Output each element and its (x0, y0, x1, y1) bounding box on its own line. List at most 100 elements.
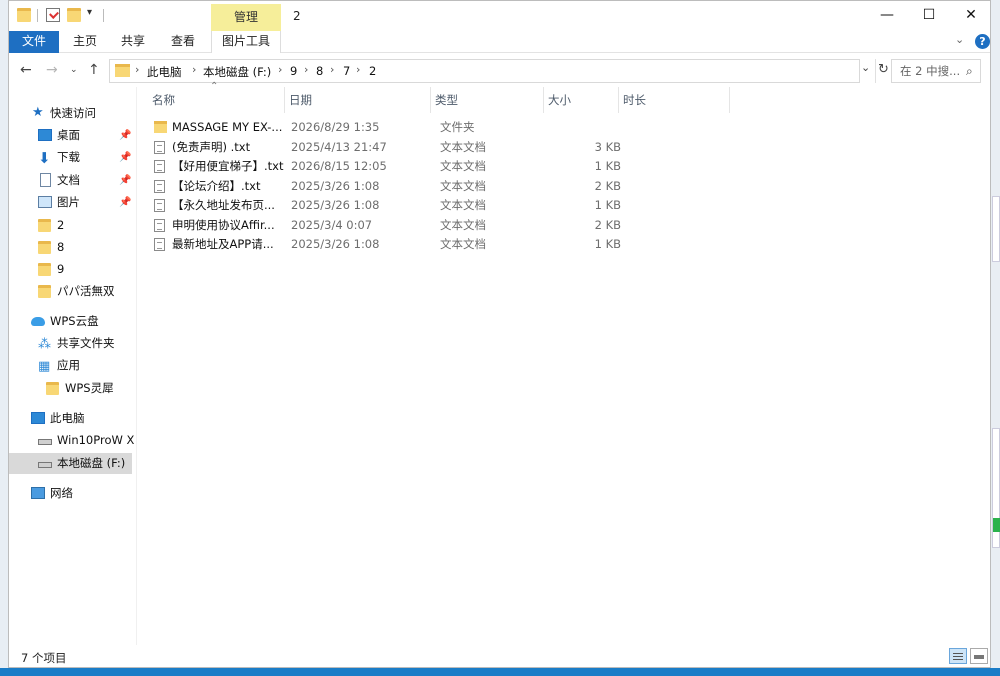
nav-this-pc[interactable]: 此电脑 (9, 408, 136, 429)
nav-label: Win10ProW X (57, 433, 135, 447)
file-date: 2025/3/26 1:08 (291, 178, 380, 193)
manage-context-tab[interactable]: 管理 (211, 4, 281, 31)
table-row[interactable]: 【好用便宜梯子】.txt 2026/8/15 12:05 文本文档 1 KB (148, 157, 621, 176)
table-row[interactable]: 申明使用协议Affir... 2025/3/4 0:07 文本文档 2 KB (148, 216, 621, 235)
nav-wps-cloud[interactable]: WPS云盘 (9, 311, 136, 332)
chevron-right-icon[interactable]: › (192, 63, 196, 76)
tab-picture-tools[interactable]: 图片工具 (211, 31, 281, 53)
nav-item-folder-papakatsu[interactable]: パパ活無双 (9, 281, 136, 302)
chevron-right-icon[interactable]: › (135, 63, 139, 76)
close-icon[interactable]: ✕ (948, 4, 990, 28)
tab-view[interactable]: 查看 (165, 31, 201, 53)
table-row[interactable]: 【永久地址发布页... 2025/3/26 1:08 文本文档 1 KB (148, 196, 621, 215)
navigation-bar: ← → ⌄ ↑ › 此电脑 › 本地磁盘 (F:) › 9 › 8 › 7 › … (9, 55, 990, 87)
maximize-icon[interactable]: ☐ (906, 4, 952, 28)
tab-home[interactable]: 主页 (67, 31, 103, 53)
nav-label: 2 (57, 218, 65, 232)
desktop-icon (38, 129, 52, 141)
file-date: 2025/3/4 0:07 (291, 217, 373, 232)
column-header-label: 日期 (289, 93, 312, 107)
nav-label: 本地磁盘 (F:) (57, 456, 126, 470)
nav-item-folder-8[interactable]: 8 (9, 237, 136, 258)
column-header-date[interactable]: 日期 (285, 87, 431, 113)
nav-item-folder-9[interactable]: 9 (9, 259, 136, 280)
breadcrumb-2[interactable]: 2 (369, 64, 376, 78)
folder-icon (46, 382, 59, 395)
details-view-button[interactable] (949, 648, 967, 664)
file-date: 2025/3/26 1:08 (291, 237, 380, 251)
nav-item-downloads[interactable]: ⬇ 下载 📌 (9, 147, 136, 168)
nav-item-folder-2[interactable]: 2 (9, 215, 136, 236)
file-type: 文本文档 (440, 217, 486, 232)
address-bar[interactable]: › 此电脑 › 本地磁盘 (F:) › 9 › 8 › 7 › 2 (109, 59, 860, 83)
divider (103, 9, 104, 22)
text-file-icon (154, 199, 165, 212)
tab-file[interactable]: 文件 (9, 31, 59, 53)
file-name: 【好用便宜梯子】.txt (172, 159, 284, 173)
nav-label: 8 (57, 240, 65, 254)
chevron-right-icon[interactable]: › (330, 63, 334, 76)
ribbon-expand-icon[interactable]: ⌄ (955, 33, 964, 46)
file-type: 文本文档 (440, 198, 486, 212)
search-icon: ⌕ (966, 64, 973, 78)
back-icon[interactable]: ← (20, 62, 32, 78)
table-row[interactable]: (免责声明) .txt 2025/4/13 21:47 文本文档 3 KB (148, 138, 621, 157)
nav-label: WPS云盘 (50, 314, 99, 328)
up-icon[interactable]: ↑ (88, 62, 100, 78)
table-row[interactable]: 最新地址及APP请... 2025/3/26 1:08 文本文档 1 KB (148, 235, 621, 254)
nav-item-shared-folder[interactable]: ⁂ 共享文件夹 (9, 333, 136, 354)
pin-icon: 📌 (119, 152, 132, 163)
nav-item-pictures[interactable]: 图片 📌 (9, 192, 136, 213)
nav-item-documents[interactable]: 文档 📌 (9, 170, 136, 191)
taskbar-edge (0, 668, 1000, 676)
nav-label: 共享文件夹 (57, 336, 115, 350)
file-name: 【永久地址发布页... (172, 198, 275, 212)
text-file-icon (154, 160, 165, 173)
nav-item-apps[interactable]: ▦ 应用 (9, 355, 136, 376)
nav-network[interactable]: 网络 (9, 483, 136, 504)
new-folder-icon[interactable] (67, 8, 81, 22)
breadcrumb-drive-f[interactable]: 本地磁盘 (F:) (203, 64, 271, 80)
breadcrumb-this-pc[interactable]: 此电脑 (147, 64, 182, 80)
nav-label: 此电脑 (50, 411, 85, 425)
folder-icon (38, 263, 51, 276)
search-input[interactable]: 在 2 中搜... ⌕ (891, 59, 981, 83)
file-type: 文本文档 (440, 139, 486, 154)
nav-item-drive-f[interactable]: 本地磁盘 (F:) (9, 453, 132, 474)
address-dropdown-icon[interactable]: ⌄ (861, 61, 870, 74)
minimize-icon[interactable]: — (864, 4, 910, 28)
pin-icon: 📌 (119, 197, 132, 208)
properties-icon[interactable] (46, 8, 60, 22)
chevron-right-icon[interactable]: › (304, 63, 308, 76)
file-name: MASSAGE MY EX-... (172, 120, 283, 134)
help-icon[interactable]: ? (975, 34, 990, 49)
forward-icon[interactable]: → (46, 62, 58, 78)
breadcrumb-9[interactable]: 9 (290, 64, 297, 78)
file-type: 文本文档 (440, 178, 486, 193)
folder-icon (17, 8, 31, 22)
breadcrumb-7[interactable]: 7 (343, 64, 350, 78)
recent-locations-icon[interactable]: ⌄ (70, 65, 78, 75)
column-header-type[interactable]: 类型 (431, 87, 544, 113)
nav-item-desktop[interactable]: 桌面 📌 (9, 125, 136, 146)
column-header-duration[interactable]: 时长 (619, 87, 730, 113)
pane-divider[interactable] (136, 87, 137, 645)
quick-access-dropdown-icon[interactable]: ▾ (87, 7, 92, 18)
table-row[interactable]: MASSAGE MY EX-... 2026/8/29 1:35 文件夹 (148, 118, 618, 137)
nav-quick-access[interactable]: ★ 快速访问 (9, 103, 136, 124)
nav-item-drive-c[interactable]: Win10ProW X (9, 430, 136, 451)
folder-icon (115, 64, 130, 77)
nav-label: パパ活無双 (57, 284, 115, 298)
file-size: 1 KB (594, 237, 621, 251)
status-bar: 7 个项目 (9, 645, 990, 667)
large-icons-view-button[interactable] (970, 648, 988, 664)
chevron-right-icon[interactable]: › (356, 63, 360, 76)
column-header-size[interactable]: 大小 (544, 87, 619, 113)
nav-item-wps-lingxi[interactable]: WPS灵犀 (9, 378, 136, 399)
table-row[interactable]: 【论坛介绍】.txt 2025/3/26 1:08 文本文档 2 KB (148, 177, 621, 196)
tab-share[interactable]: 共享 (115, 31, 151, 53)
file-name: 最新地址及APP请... (172, 237, 274, 251)
breadcrumb-8[interactable]: 8 (316, 64, 323, 78)
chevron-right-icon[interactable]: › (278, 63, 282, 76)
refresh-icon[interactable]: ↻ (875, 59, 891, 83)
